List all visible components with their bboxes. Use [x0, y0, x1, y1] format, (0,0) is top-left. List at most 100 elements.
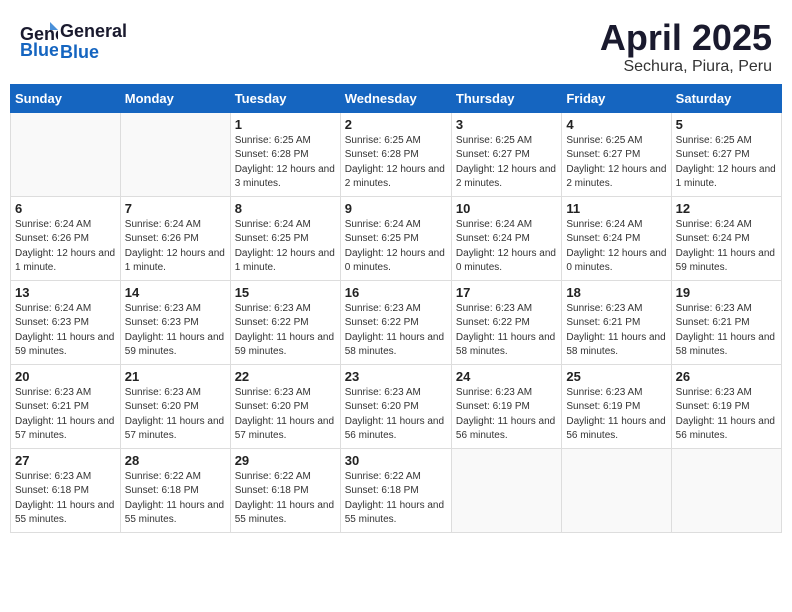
day-number: 29 [235, 453, 336, 468]
day-info: Sunrise: 6:23 AM Sunset: 6:23 PM Dayligh… [125, 302, 226, 360]
day-info: Sunrise: 6:23 AM Sunset: 6:21 PM Dayligh… [566, 302, 666, 360]
svg-text:Blue: Blue [20, 40, 58, 60]
calendar-day: 16 Sunrise: 6:23 AM Sunset: 6:22 PM Dayli… [340, 280, 451, 364]
calendar-title: April 2025 [600, 18, 772, 58]
day-info: Sunrise: 6:24 AM Sunset: 6:26 PM Dayligh… [125, 218, 226, 276]
day-info: Sunrise: 6:24 AM Sunset: 6:24 PM Dayligh… [566, 218, 666, 276]
day-info: Sunrise: 6:23 AM Sunset: 6:20 PM Dayligh… [235, 386, 336, 444]
weekday-header-sunday: Sunday [11, 84, 121, 112]
calendar-day [11, 112, 121, 196]
calendar-day: 18 Sunrise: 6:23 AM Sunset: 6:21 PM Dayli… [562, 280, 671, 364]
day-info: Sunrise: 6:24 AM Sunset: 6:24 PM Dayligh… [676, 218, 777, 276]
day-info: Sunrise: 6:23 AM Sunset: 6:21 PM Dayligh… [676, 302, 777, 360]
weekday-header-friday: Friday [562, 84, 671, 112]
day-info: Sunrise: 6:23 AM Sunset: 6:19 PM Dayligh… [456, 386, 557, 444]
calendar-day [671, 448, 781, 532]
day-info: Sunrise: 6:23 AM Sunset: 6:22 PM Dayligh… [345, 302, 447, 360]
calendar-week-5: 27 Sunrise: 6:23 AM Sunset: 6:18 PM Dayli… [11, 448, 782, 532]
day-number: 20 [15, 369, 116, 384]
calendar-day: 19 Sunrise: 6:23 AM Sunset: 6:21 PM Dayli… [671, 280, 781, 364]
calendar-day: 11Sunrise: 6:24 AM Sunset: 6:24 PM Dayli… [562, 196, 671, 280]
day-number: 18 [566, 285, 666, 300]
day-info: Sunrise: 6:25 AM Sunset: 6:28 PM Dayligh… [345, 134, 447, 192]
day-number: 1 [235, 117, 336, 132]
calendar-day: 20 Sunrise: 6:23 AM Sunset: 6:21 PM Dayli… [11, 364, 121, 448]
calendar-day [451, 448, 561, 532]
day-number: 27 [15, 453, 116, 468]
calendar-day: 3 Sunrise: 6:25 AM Sunset: 6:27 PM Daylig… [451, 112, 561, 196]
day-number: 15 [235, 285, 336, 300]
day-number: 13 [15, 285, 116, 300]
day-number: 3 [456, 117, 557, 132]
calendar-day: 9 Sunrise: 6:24 AM Sunset: 6:25 PM Daylig… [340, 196, 451, 280]
day-info: Sunrise: 6:23 AM Sunset: 6:21 PM Dayligh… [15, 386, 116, 444]
calendar-day: 21Sunrise: 6:23 AM Sunset: 6:20 PM Dayli… [120, 364, 230, 448]
day-number: 5 [676, 117, 777, 132]
weekday-header-monday: Monday [120, 84, 230, 112]
weekday-header-thursday: Thursday [451, 84, 561, 112]
calendar-week-1: 1 Sunrise: 6:25 AM Sunset: 6:28 PM Daylig… [11, 112, 782, 196]
day-info: Sunrise: 6:23 AM Sunset: 6:18 PM Dayligh… [15, 470, 116, 528]
day-number: 16 [345, 285, 447, 300]
calendar-day [120, 112, 230, 196]
day-info: Sunrise: 6:24 AM Sunset: 6:25 PM Dayligh… [235, 218, 336, 276]
calendar-day: 4Sunrise: 6:25 AM Sunset: 6:27 PM Daylig… [562, 112, 671, 196]
title-block: April 2025 Sechura, Piura, Peru [600, 18, 772, 76]
calendar-week-4: 20 Sunrise: 6:23 AM Sunset: 6:21 PM Dayli… [11, 364, 782, 448]
calendar-day: 28Sunrise: 6:22 AM Sunset: 6:18 PM Dayli… [120, 448, 230, 532]
day-info: Sunrise: 6:24 AM Sunset: 6:26 PM Dayligh… [15, 218, 116, 276]
day-info: Sunrise: 6:22 AM Sunset: 6:18 PM Dayligh… [345, 470, 447, 528]
calendar-day: 26 Sunrise: 6:23 AM Sunset: 6:19 PM Dayli… [671, 364, 781, 448]
day-number: 17 [456, 285, 557, 300]
day-number: 26 [676, 369, 777, 384]
day-number: 9 [345, 201, 447, 216]
calendar-day: 8 Sunrise: 6:24 AM Sunset: 6:25 PM Daylig… [230, 196, 340, 280]
weekday-header-row: SundayMondayTuesdayWednesdayThursdayFrid… [11, 84, 782, 112]
day-info: Sunrise: 6:24 AM Sunset: 6:25 PM Dayligh… [345, 218, 447, 276]
logo: General Blue General Blue [20, 18, 127, 65]
calendar-day: 10 Sunrise: 6:24 AM Sunset: 6:24 PM Dayli… [451, 196, 561, 280]
day-number: 10 [456, 201, 557, 216]
day-info: Sunrise: 6:24 AM Sunset: 6:23 PM Dayligh… [15, 302, 116, 360]
day-number: 30 [345, 453, 447, 468]
calendar-day: 30 Sunrise: 6:22 AM Sunset: 6:18 PM Dayli… [340, 448, 451, 532]
day-number: 22 [235, 369, 336, 384]
day-info: Sunrise: 6:23 AM Sunset: 6:19 PM Dayligh… [676, 386, 777, 444]
day-info: Sunrise: 6:24 AM Sunset: 6:24 PM Dayligh… [456, 218, 557, 276]
day-number: 7 [125, 201, 226, 216]
calendar-day: 14Sunrise: 6:23 AM Sunset: 6:23 PM Dayli… [120, 280, 230, 364]
calendar-day: 27 Sunrise: 6:23 AM Sunset: 6:18 PM Dayli… [11, 448, 121, 532]
day-number: 8 [235, 201, 336, 216]
calendar-day: 24Sunrise: 6:23 AM Sunset: 6:19 PM Dayli… [451, 364, 561, 448]
calendar-week-2: 6 Sunrise: 6:24 AM Sunset: 6:26 PM Daylig… [11, 196, 782, 280]
calendar-day: 1Sunrise: 6:25 AM Sunset: 6:28 PM Daylig… [230, 112, 340, 196]
calendar-day: 7 Sunrise: 6:24 AM Sunset: 6:26 PM Daylig… [120, 196, 230, 280]
calendar-day: 17 Sunrise: 6:23 AM Sunset: 6:22 PM Dayli… [451, 280, 561, 364]
day-number: 4 [566, 117, 666, 132]
logo-blue-text: Blue [60, 42, 127, 63]
day-info: Sunrise: 6:25 AM Sunset: 6:27 PM Dayligh… [676, 134, 777, 192]
day-info: Sunrise: 6:23 AM Sunset: 6:20 PM Dayligh… [345, 386, 447, 444]
day-info: Sunrise: 6:22 AM Sunset: 6:18 PM Dayligh… [235, 470, 336, 528]
calendar-day [562, 448, 671, 532]
calendar-day: 6 Sunrise: 6:24 AM Sunset: 6:26 PM Daylig… [11, 196, 121, 280]
day-number: 19 [676, 285, 777, 300]
calendar-day: 25 Sunrise: 6:23 AM Sunset: 6:19 PM Dayli… [562, 364, 671, 448]
day-info: Sunrise: 6:23 AM Sunset: 6:22 PM Dayligh… [456, 302, 557, 360]
calendar-day: 22 Sunrise: 6:23 AM Sunset: 6:20 PM Dayli… [230, 364, 340, 448]
page-header: General Blue General Blue April 2025 Sec… [10, 10, 782, 84]
day-info: Sunrise: 6:23 AM Sunset: 6:20 PM Dayligh… [125, 386, 226, 444]
logo-general-text: General [60, 21, 127, 42]
calendar-day: 12Sunrise: 6:24 AM Sunset: 6:24 PM Dayli… [671, 196, 781, 280]
day-number: 25 [566, 369, 666, 384]
calendar-day: 23 Sunrise: 6:23 AM Sunset: 6:20 PM Dayli… [340, 364, 451, 448]
weekday-header-tuesday: Tuesday [230, 84, 340, 112]
day-number: 2 [345, 117, 447, 132]
calendar-day: 13 Sunrise: 6:24 AM Sunset: 6:23 PM Dayli… [11, 280, 121, 364]
calendar-day: 5 Sunrise: 6:25 AM Sunset: 6:27 PM Daylig… [671, 112, 781, 196]
day-info: Sunrise: 6:23 AM Sunset: 6:19 PM Dayligh… [566, 386, 666, 444]
logo-icon: General Blue [20, 18, 58, 60]
day-info: Sunrise: 6:25 AM Sunset: 6:27 PM Dayligh… [456, 134, 557, 192]
day-number: 23 [345, 369, 447, 384]
day-number: 6 [15, 201, 116, 216]
